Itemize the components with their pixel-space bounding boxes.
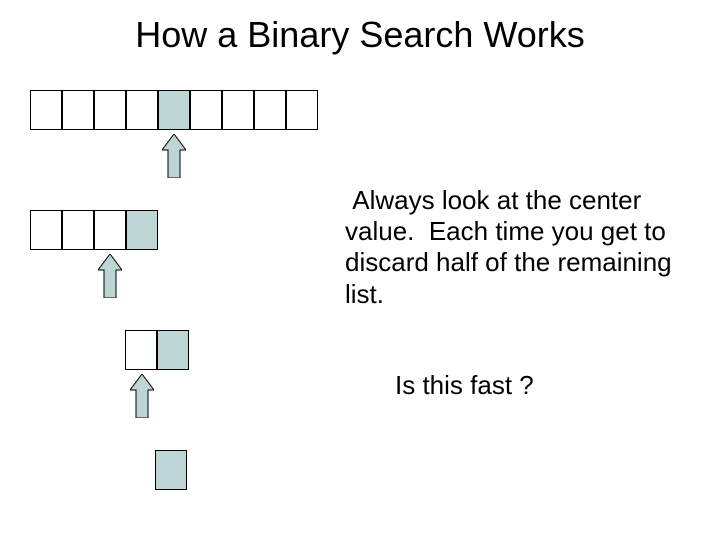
array-cell-highlight xyxy=(157,330,189,370)
up-arrow-icon xyxy=(162,134,186,178)
array-cell xyxy=(190,90,222,130)
array-cell xyxy=(62,210,94,250)
array-cell xyxy=(94,210,126,250)
array-cell-highlight xyxy=(126,210,158,250)
array-cell xyxy=(62,90,94,130)
array-cell xyxy=(254,90,286,130)
array-row-3 xyxy=(125,330,189,370)
array-cell xyxy=(30,90,62,130)
array-cell xyxy=(30,210,62,250)
array-row-4 xyxy=(155,450,187,490)
array-row-1 xyxy=(30,90,318,130)
array-cell xyxy=(94,90,126,130)
array-cell xyxy=(126,90,158,130)
up-arrow-icon xyxy=(98,254,122,298)
array-cell-highlight xyxy=(155,450,187,490)
page-title: How a Binary Search Works xyxy=(0,14,720,56)
up-arrow-icon xyxy=(130,374,154,418)
explanation-text: Always look at the center value. Each ti… xyxy=(345,185,675,310)
array-row-2 xyxy=(30,210,158,250)
question-text: Is this fast ? xyxy=(395,370,534,401)
array-cell xyxy=(222,90,254,130)
array-cell xyxy=(125,330,157,370)
array-cell-highlight xyxy=(158,90,190,130)
array-cell xyxy=(286,90,318,130)
